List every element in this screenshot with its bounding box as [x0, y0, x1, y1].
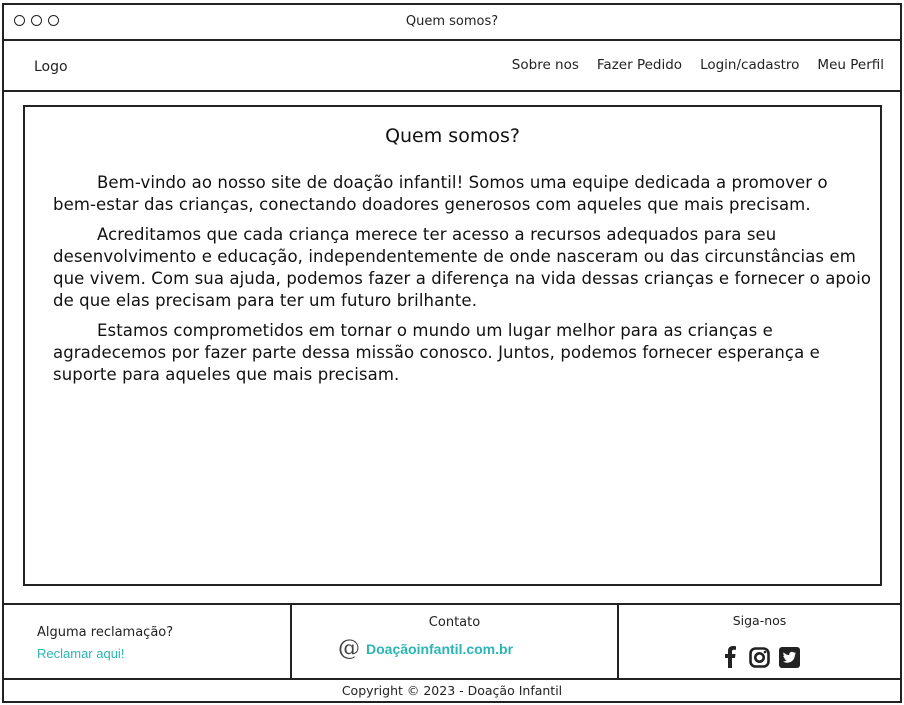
social-links — [619, 646, 900, 668]
contact-email-link[interactable]: Doaçãoinfantil.com.br — [366, 641, 513, 657]
nav-link-sobre-nos[interactable]: Sobre nos — [512, 57, 579, 73]
instagram-icon[interactable] — [749, 646, 771, 668]
content-panel: Quem somos? Bem-vindo ao nosso site de d… — [23, 105, 882, 586]
twitter-icon[interactable] — [779, 646, 801, 668]
window-title: Quem somos? — [405, 14, 499, 29]
complaint-link[interactable]: Reclamar aqui! — [37, 646, 124, 661]
complaint-label: Alguma reclamação? — [37, 625, 174, 640]
page-title: Quem somos? — [385, 125, 520, 147]
nav-link-meu-perfil[interactable]: Meu Perfil — [817, 57, 884, 73]
about-text: Bem-vindo ao nosso site de doação infant… — [53, 172, 875, 394]
at-sign-icon: @ — [338, 636, 360, 661]
nav-links: Sobre nos Fazer Pedido Login/cadastro Me… — [512, 57, 884, 73]
footer: Alguma reclamação? Reclamar aqui! Contat… — [4, 603, 900, 678]
title-bar: Quem somos? — [4, 5, 900, 41]
nav-bar: Logo Sobre nos Fazer Pedido Login/cadast… — [4, 41, 900, 92]
nav-link-login-cadastro[interactable]: Login/cadastro — [700, 57, 799, 73]
follow-label: Siga-nos — [732, 613, 787, 628]
footer-social-section: Siga-nos — [619, 605, 900, 678]
logo[interactable]: Logo — [34, 59, 68, 75]
facebook-icon[interactable] — [719, 646, 741, 668]
about-paragraph: Estamos comprometidos em tornar o mundo … — [53, 321, 820, 384]
copyright: Copyright © 2023 - Doação Infantil — [4, 678, 900, 701]
contact-label: Contato — [428, 615, 481, 630]
nav-link-fazer-pedido[interactable]: Fazer Pedido — [597, 57, 682, 73]
footer-contact-section: Contato @ Doaçãoinfantil.com.br — [290, 605, 619, 678]
browser-window: Quem somos? Logo Sobre nos Fazer Pedido … — [2, 3, 902, 703]
about-paragraph: Acreditamos que cada criança merece ter … — [53, 225, 872, 310]
footer-complaint-section: Alguma reclamação? Reclamar aqui! — [4, 605, 290, 678]
contact-row: @ Doaçãoinfantil.com.br — [338, 638, 513, 660]
about-paragraph: Bem-vindo ao nosso site de doação infant… — [53, 173, 828, 214]
